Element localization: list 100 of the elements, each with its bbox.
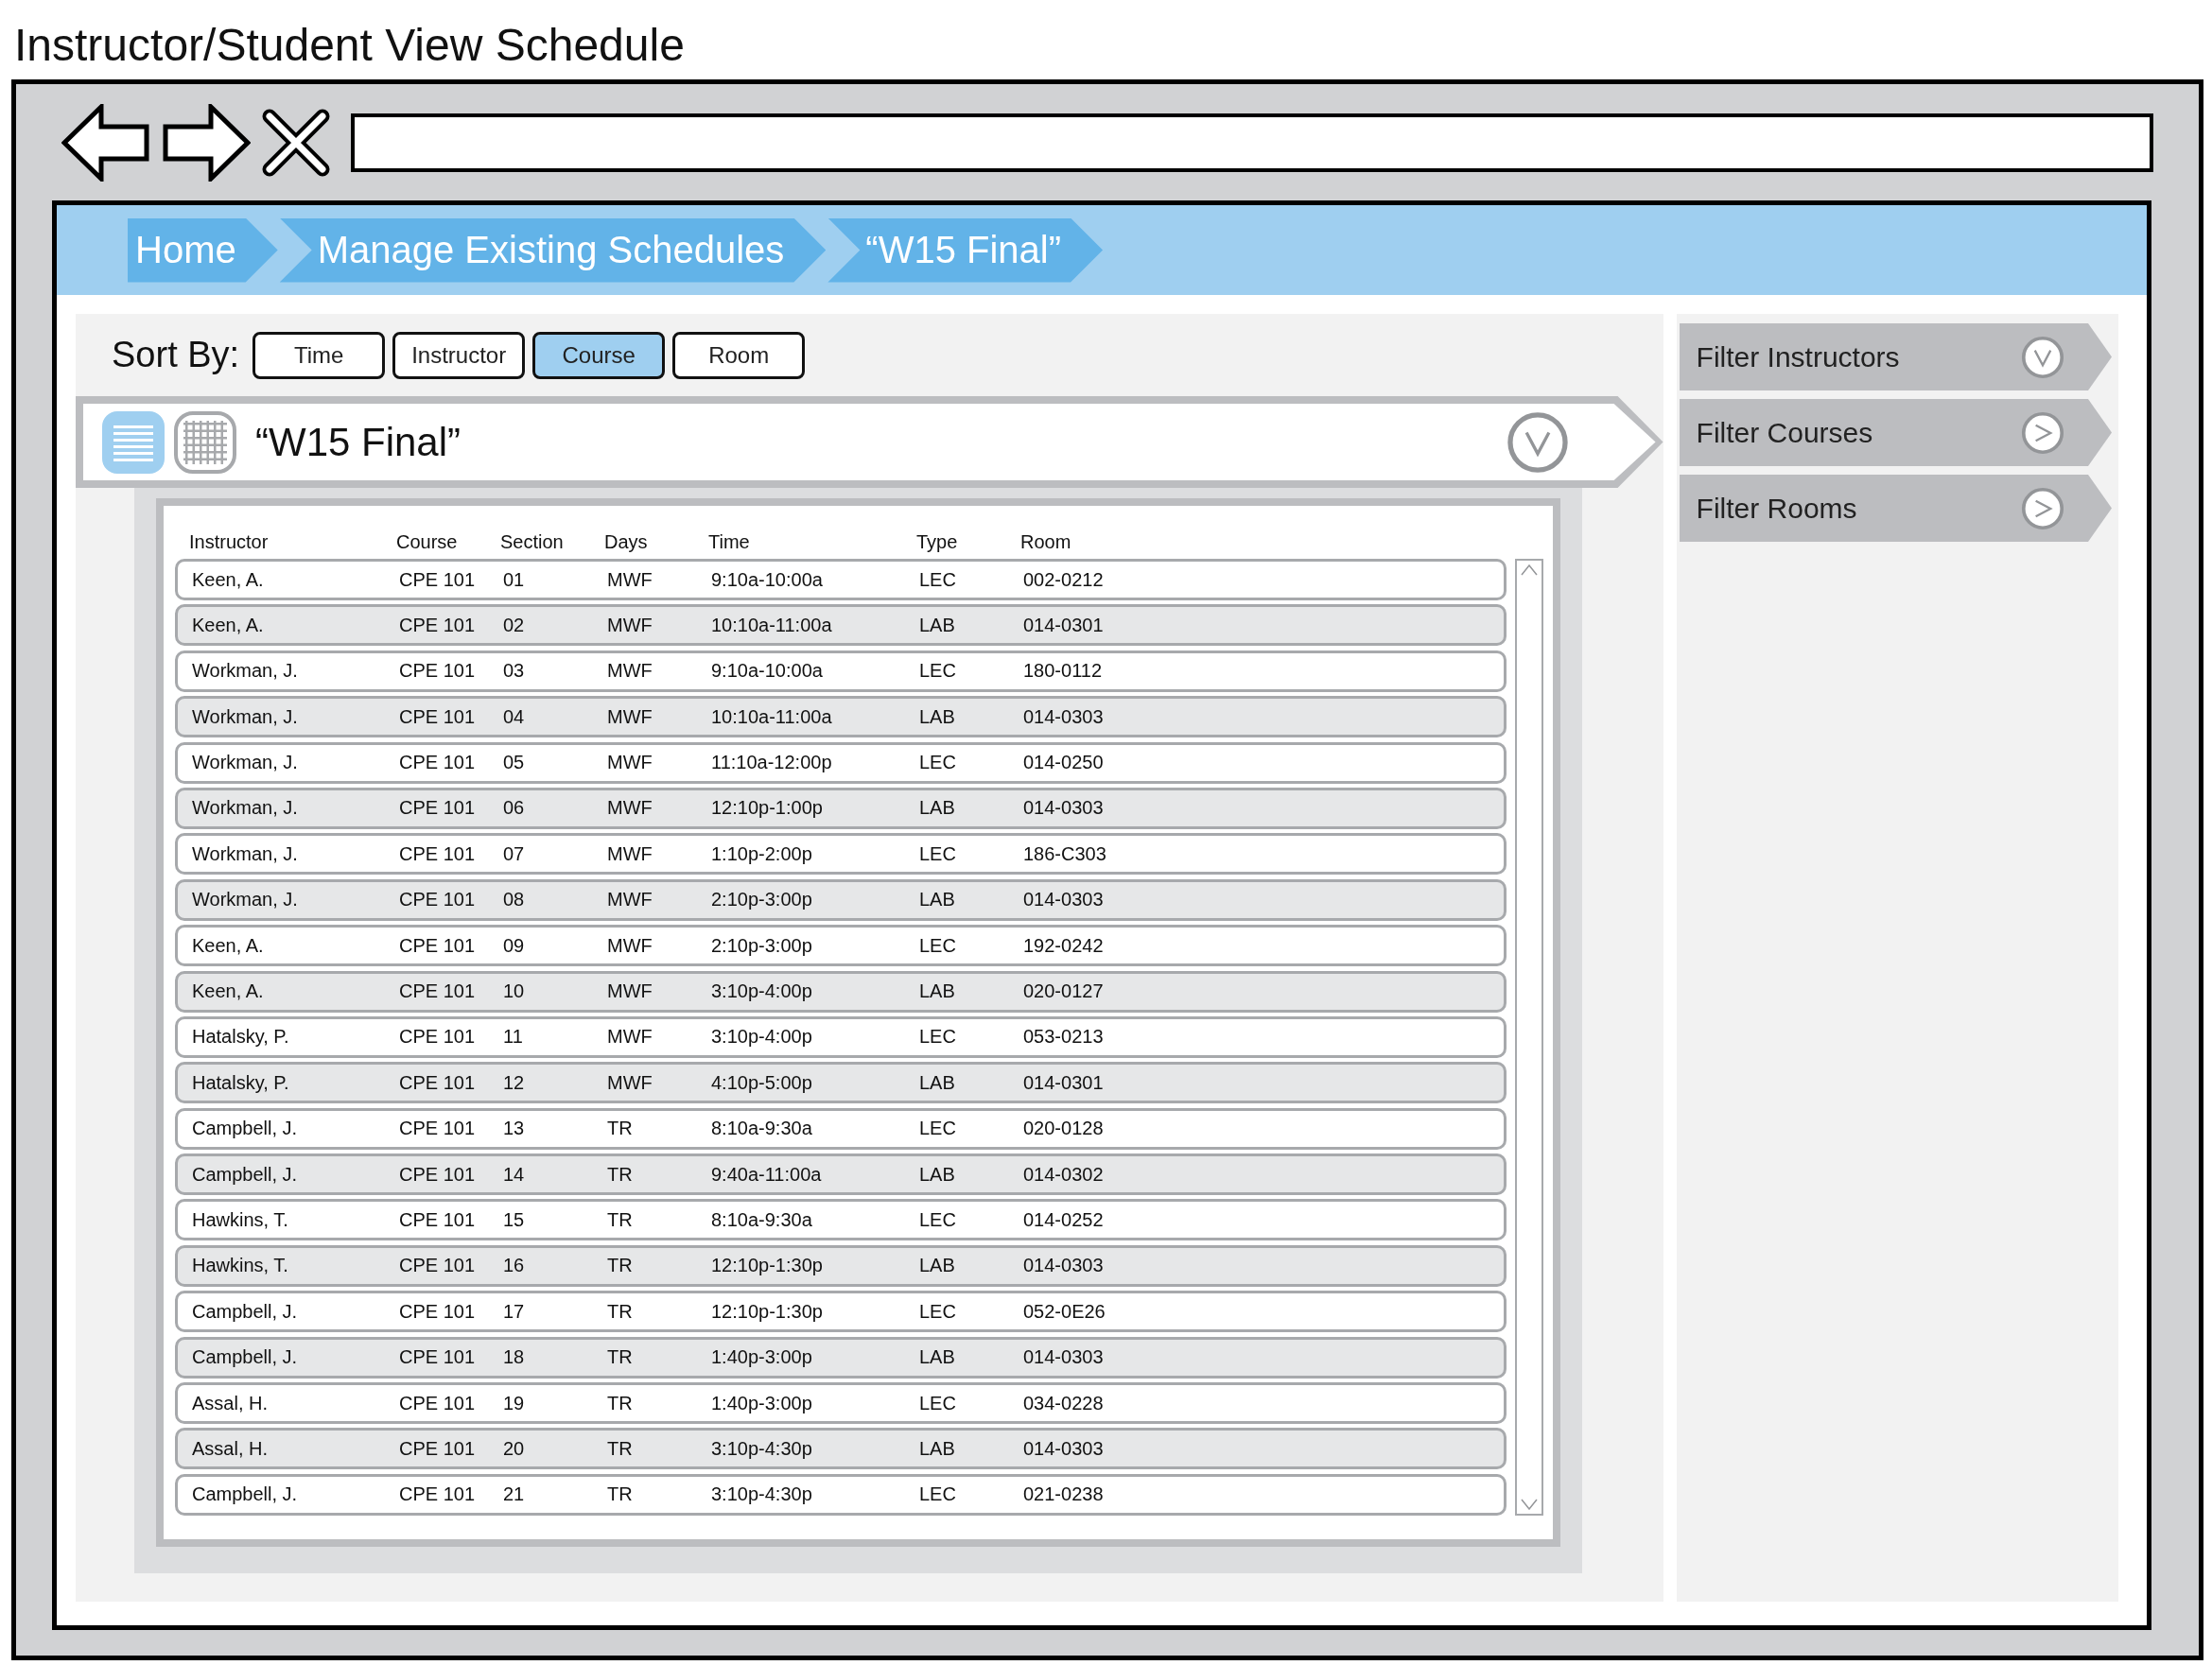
table-cell-text: 014-0302	[1023, 1163, 1105, 1186]
scrollbar[interactable]	[1515, 559, 1543, 1516]
table-cell-text: 3:10p-4:30p	[711, 1483, 813, 1506]
table-cell-text: 20	[503, 1437, 526, 1460]
table-cell-text: 12	[503, 1071, 526, 1094]
table-cell-text: 020-0128	[1023, 1118, 1105, 1140]
column-header: Type	[916, 531, 959, 553]
table-row[interactable]: Workman, J. CPE 101 05 MWF 11:10a-12:00p LEC 014-0250	[175, 741, 1507, 784]
table-row[interactable]: Assal, H. CPE 101 19 TR 1:40p-3:00p LEC 034-0228	[175, 1382, 1507, 1425]
table-row[interactable]: Workman, J. CPE 101 07 MWF 1:10p-2:00p LEC 186-C303	[175, 833, 1507, 876]
table-row[interactable]: Workman, J. CPE 101 06 MWF 12:10p-1:00p LAB 014-0303	[175, 787, 1507, 829]
table-cell-text: 8:10a-9:30a	[711, 1208, 813, 1231]
table-cell-text: 014-0301	[1023, 614, 1105, 636]
table-cell-text: MWF	[607, 980, 653, 1002]
table-cell-text: 9:40a-11:00a	[711, 1163, 823, 1186]
table-cell-text: 09	[503, 934, 526, 957]
address-bar[interactable]	[351, 113, 2153, 172]
table-cell-text: Workman, J.	[192, 752, 299, 774]
table-cell-text: Keen, A.	[192, 568, 265, 591]
table-cell-text: 18	[503, 1346, 526, 1369]
table-row[interactable]: Campbell, J. CPE 101 17 TR 12:10p-1:30p LEC 052-0E26	[175, 1291, 1507, 1333]
table-cell-text: 12:10p-1:00p	[711, 797, 824, 820]
table-cell-text: TR	[607, 1437, 634, 1460]
table-row[interactable]: Hawkins, T. CPE 101 16 TR 12:10p-1:30p LAB 014-0303	[175, 1244, 1507, 1287]
table-row[interactable]: Campbell, J. CPE 101 21 TR 3:10p-4:30p LEC 021-0238	[175, 1473, 1507, 1516]
table-cell-text: 17	[503, 1300, 526, 1323]
schedule-header[interactable]: “W15 Final”	[76, 396, 1663, 488]
table-cell-text: LEC	[919, 752, 957, 774]
filter-item[interactable]: Filter Courses	[1679, 399, 2112, 466]
filter-item[interactable]: Filter Instructors	[1679, 323, 2112, 390]
chevron-down-icon[interactable]	[1506, 410, 1569, 474]
table-cell-text: CPE 101	[399, 568, 477, 591]
table-row[interactable]: Keen, A. CPE 101 09 MWF 2:10p-3:00p LEC 192-0242	[175, 925, 1507, 967]
table-cell-text: TR	[607, 1483, 634, 1506]
table-row[interactable]: Hatalsky, P. CPE 101 11 MWF 3:10p-4:00p LEC 053-0213	[175, 1015, 1507, 1058]
table-cell-text: 014-0252	[1023, 1208, 1105, 1231]
table-cell-text: 10:10a-11:00a	[711, 614, 833, 636]
table-cell-text: Keen, A.	[192, 934, 265, 957]
table-cell-text: 3:10p-4:00p	[711, 1026, 813, 1049]
table-cell-text: Hatalsky, P.	[192, 1026, 290, 1049]
sort-button[interactable]: Instructor	[392, 331, 526, 379]
table-cell-text: LAB	[919, 614, 956, 636]
table-cell-text: 19	[503, 1392, 526, 1414]
scroll-down-icon[interactable]	[1521, 1499, 1538, 1510]
table-cell-text: 16	[503, 1255, 526, 1277]
chevron-right-icon[interactable]	[2021, 486, 2064, 530]
table-cell-text: CPE 101	[399, 752, 477, 774]
table-row[interactable]: Keen, A. CPE 101 01 MWF 9:10a-10:00a LEC 002-0212	[175, 559, 1507, 600]
table-cell-text: CPE 101	[399, 1437, 477, 1460]
table-row[interactable]: Workman, J. CPE 101 04 MWF 10:10a-11:00a LAB 014-0303	[175, 696, 1507, 738]
sort-button[interactable]: Time	[253, 331, 386, 379]
table-cell-text: LAB	[919, 1163, 956, 1186]
table-row[interactable]: Hatalsky, P. CPE 101 12 MWF 4:10p-5:00p LAB 014-0301	[175, 1062, 1507, 1104]
table-cell-text: LAB	[919, 889, 956, 911]
table-row[interactable]: Workman, J. CPE 101 03 MWF 9:10a-10:00a LEC 180-0112	[175, 650, 1507, 692]
table-cell-text: LEC	[919, 842, 957, 865]
table-cell-text: 2:10p-3:00p	[711, 934, 813, 957]
table-cell-text: MWF	[607, 797, 653, 820]
filter-label: Filter Instructors	[1696, 340, 1900, 373]
table-cell-text: CPE 101	[399, 797, 477, 820]
table-cell-text: CPE 101	[399, 1346, 477, 1369]
table-cell-text: MWF	[607, 568, 653, 591]
table-cell-text: LAB	[919, 1071, 956, 1094]
table-cell-text: Campbell, J.	[192, 1346, 299, 1369]
chevron-down-icon[interactable]	[2021, 335, 2064, 379]
table-cell-text: 11:10a-12:00p	[711, 752, 833, 774]
column-header: Room	[1020, 531, 1072, 553]
table-row[interactable]: Campbell, J. CPE 101 14 TR 9:40a-11:00a LAB 014-0302	[175, 1153, 1507, 1196]
scroll-up-icon[interactable]	[1521, 564, 1538, 576]
table-row[interactable]: Hawkins, T. CPE 101 15 TR 8:10a-9:30a LEC 014-0252	[175, 1199, 1507, 1241]
table-row[interactable]: Workman, J. CPE 101 08 MWF 2:10p-3:00p LAB 014-0303	[175, 878, 1507, 921]
table-cell-text: CPE 101	[399, 1300, 477, 1323]
grid-view-icon[interactable]	[174, 410, 236, 474]
back-arrow-icon[interactable]	[61, 103, 150, 182]
table-cell-text: Assal, H.	[192, 1392, 270, 1414]
table-cell-text: 3:10p-4:00p	[711, 980, 813, 1002]
table-cell-text: Assal, H.	[192, 1437, 270, 1460]
chevron-right-icon[interactable]	[2021, 410, 2064, 455]
table-row[interactable]: Keen, A. CPE 101 10 MWF 3:10p-4:00p LAB 020-0127	[175, 970, 1507, 1013]
column-header: Section	[500, 531, 565, 553]
table-cell-text: LEC	[919, 568, 957, 591]
table-cell-text: 12:10p-1:30p	[711, 1255, 824, 1277]
column-header: Time	[708, 531, 751, 553]
table-row[interactable]: Assal, H. CPE 101 20 TR 3:10p-4:30p LAB 014-0303	[175, 1428, 1507, 1470]
filter-item[interactable]: Filter Rooms	[1679, 475, 2112, 542]
table-cell-text: CPE 101	[399, 1163, 477, 1186]
forward-arrow-icon[interactable]	[162, 103, 251, 182]
table-cell-text: 020-0127	[1023, 980, 1105, 1002]
sort-button[interactable]: Course	[532, 331, 666, 379]
table-cell-text: Hawkins, T.	[192, 1208, 289, 1231]
table-row[interactable]: Campbell, J. CPE 101 13 TR 8:10a-9:30a LEC 020-0128	[175, 1107, 1507, 1150]
table-cell-text: LEC	[919, 660, 957, 683]
table-cell-text: MWF	[607, 614, 653, 636]
table-cell-text: 02	[503, 614, 526, 636]
list-view-icon[interactable]	[102, 410, 165, 474]
close-icon[interactable]	[262, 108, 330, 177]
table-row[interactable]: Campbell, J. CPE 101 18 TR 1:40p-3:00p LAB 014-0303	[175, 1336, 1507, 1379]
sort-button[interactable]: Room	[672, 331, 806, 379]
table-cell-text: Workman, J.	[192, 660, 299, 683]
table-row[interactable]: Keen, A. CPE 101 02 MWF 10:10a-11:00a LAB 014-0301	[175, 604, 1507, 647]
